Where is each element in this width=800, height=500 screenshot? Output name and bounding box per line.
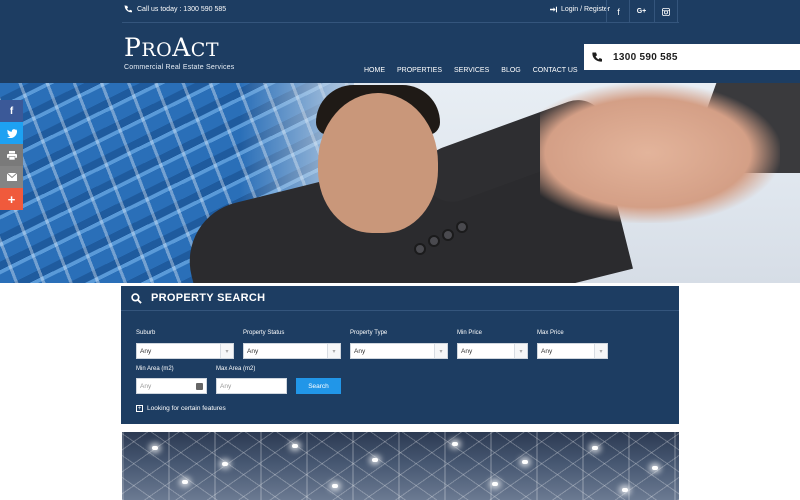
chevron-down-icon: ▾: [327, 344, 340, 358]
facebook-icon: f: [617, 6, 620, 17]
print-icon: [6, 150, 17, 160]
googleplus-icon: G+: [636, 8, 647, 15]
property-type-label: Property Type: [350, 330, 388, 336]
suburb-label: Suburb: [136, 330, 156, 336]
handshake: [540, 83, 780, 223]
max-area-input[interactable]: Any: [216, 378, 287, 394]
min-area-placeholder: Any: [140, 382, 152, 390]
top-bar: Call us today : 1300 590 585 Login / Reg…: [122, 0, 679, 23]
facebook-icon: f: [9, 105, 14, 117]
min-area-input[interactable]: Any: [136, 378, 207, 394]
max-area-placeholder: Any: [220, 382, 232, 390]
main-nav: HOME PROPERTIES SERVICES BLOG CONTACT US: [358, 67, 584, 74]
max-price-value: Any: [541, 347, 553, 355]
min-price-label: Min Price: [457, 330, 483, 336]
max-price-label: Max Price: [537, 330, 564, 336]
phone-icon: [592, 52, 602, 62]
logo-wordmark: PROACT: [124, 33, 219, 62]
instagram-icon: [662, 7, 670, 16]
search-icon: [131, 292, 142, 304]
property-status-value: Any: [247, 347, 259, 355]
property-type-select[interactable]: Any ▾: [350, 343, 448, 359]
max-area-label: Max Area (m2): [216, 366, 256, 372]
chevron-down-icon: ▾: [434, 344, 447, 358]
businessman-face: [318, 93, 438, 233]
property-search-title: PROPERTY SEARCH: [151, 292, 266, 304]
search-button[interactable]: Search: [296, 378, 341, 394]
page: Call us today : 1300 590 585 Login / Reg…: [0, 0, 800, 500]
nav-properties[interactable]: PROPERTIES: [391, 67, 448, 74]
call-us: Call us today : 1300 590 585: [124, 5, 226, 13]
call-us-text: Call us today : 1300 590 585: [137, 5, 227, 13]
nav-contact-us[interactable]: CONTACT US: [527, 67, 584, 74]
plus-square-icon: +: [136, 405, 143, 412]
nav-home[interactable]: HOME: [358, 67, 391, 74]
property-search-header: PROPERTY SEARCH: [121, 286, 679, 311]
share-mail-button[interactable]: [0, 166, 23, 188]
site-logo[interactable]: PROACT Commercial Real Estate Services: [124, 35, 234, 71]
suburb-value: Any: [140, 347, 152, 355]
chevron-down-icon: ▾: [514, 344, 527, 358]
login-register-label: Login / Register: [561, 6, 611, 13]
property-status-label: Property Status: [243, 330, 285, 336]
share-facebook-button[interactable]: f: [0, 100, 23, 122]
min-price-value: Any: [461, 347, 473, 355]
max-price-select[interactable]: Any ▾: [537, 343, 608, 359]
phone-number: 1300 590 585: [613, 51, 678, 63]
chevron-down-icon: ▾: [594, 344, 607, 358]
login-register-link[interactable]: Login / Register: [550, 6, 610, 13]
share-print-button[interactable]: [0, 144, 23, 166]
mail-icon: [6, 173, 17, 181]
min-price-select[interactable]: Any ▾: [457, 343, 528, 359]
nav-services[interactable]: SERVICES: [448, 67, 495, 74]
phone-callout[interactable]: 1300 590 585: [584, 44, 800, 70]
share-twitter-button[interactable]: [0, 122, 23, 144]
phone-icon: [124, 5, 132, 13]
site-header: Call us today : 1300 590 585 Login / Reg…: [0, 0, 800, 83]
sign-in-icon: [550, 6, 557, 13]
features-toggle-label: Looking for certain features: [147, 405, 226, 412]
features-toggle[interactable]: + Looking for certain features: [136, 405, 226, 412]
logo-tagline: Commercial Real Estate Services: [124, 64, 235, 71]
instagram-top-button[interactable]: [654, 0, 678, 23]
hero-image: [0, 83, 800, 283]
min-area-label: Min Area (m2): [136, 366, 174, 372]
plus-icon: +: [7, 191, 16, 207]
share-bar: f +: [0, 100, 23, 210]
suburb-select[interactable]: Any ▾: [136, 343, 234, 359]
googleplus-top-button[interactable]: G+: [629, 0, 653, 23]
keyboard-icon: [196, 383, 203, 390]
property-search-panel: PROPERTY SEARCH Suburb Any ▾ Property St…: [121, 286, 679, 424]
chevron-down-icon: ▾: [220, 344, 233, 358]
property-type-value: Any: [354, 347, 366, 355]
facebook-top-button[interactable]: f: [606, 0, 630, 23]
warehouse-image: [122, 432, 679, 500]
twitter-icon: [6, 128, 17, 138]
share-more-button[interactable]: +: [0, 188, 23, 210]
nav-blog[interactable]: BLOG: [495, 67, 526, 74]
property-status-select[interactable]: Any ▾: [243, 343, 341, 359]
